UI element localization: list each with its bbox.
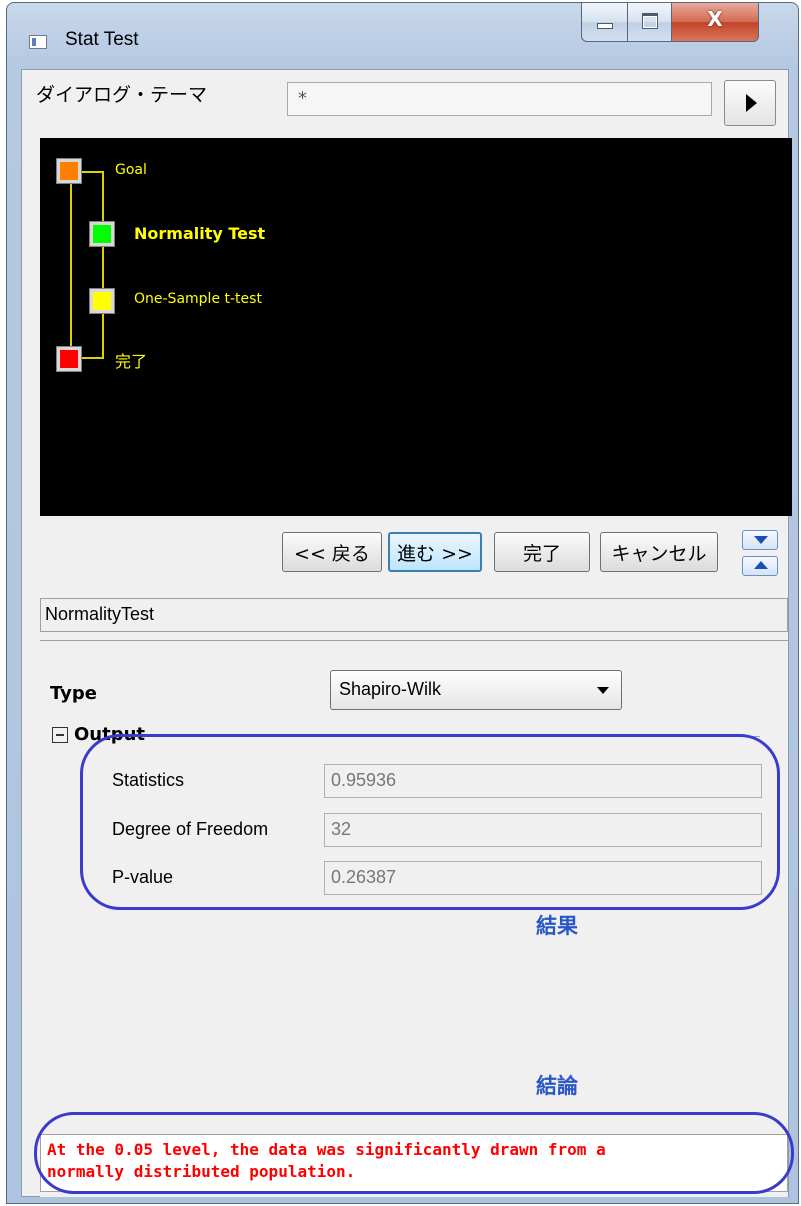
tree-label-finish[interactable]: 完了: [115, 348, 147, 372]
finish-button[interactable]: 完了: [494, 532, 590, 572]
tree-label-normality-test[interactable]: Normality Test: [134, 224, 265, 243]
tree-node-finish[interactable]: [57, 347, 81, 371]
close-button[interactable]: X: [671, 3, 759, 42]
tree-label-one-sample-t-test[interactable]: One-Sample t-test: [134, 291, 262, 307]
dialog-client-area: ダイアログ・テーマ * Goal Normality Test One-Samp…: [21, 69, 794, 1197]
title-bar[interactable]: Stat Test X: [7, 3, 798, 69]
theme-menu-button[interactable]: [724, 80, 776, 126]
workflow-tree: Goal Normality Test One-Sample t-test 完了: [40, 138, 792, 516]
dialog-theme-input[interactable]: *: [287, 82, 712, 116]
maximize-button[interactable]: [627, 3, 673, 42]
close-icon: X: [707, 7, 723, 31]
expand-panel-button[interactable]: [742, 556, 778, 576]
dialog-window: Stat Test X ダイアログ・テーマ * Goal Normality T…: [6, 2, 799, 1204]
conclusion-annotation-text: 結論: [536, 1074, 578, 1098]
tree-node-goal[interactable]: [57, 159, 81, 183]
type-label: Type: [50, 683, 97, 704]
cancel-button[interactable]: キャンセル: [600, 532, 718, 572]
result-annotation-ellipse: [80, 734, 780, 910]
tree-node-one-sample-t-test[interactable]: [90, 289, 114, 313]
chevron-down-icon: [597, 687, 609, 694]
tree-connector: [82, 171, 102, 173]
type-select-value: Shapiro-Wilk: [339, 679, 442, 699]
dialog-theme-label: ダイアログ・テーマ: [36, 84, 208, 106]
minimize-icon: [597, 23, 613, 29]
next-button[interactable]: 進む >>: [388, 532, 482, 572]
tree-node-normality-test[interactable]: [90, 222, 114, 246]
type-select[interactable]: Shapiro-Wilk: [330, 670, 622, 710]
tree-label-goal[interactable]: Goal: [115, 162, 147, 178]
tree-connector: [82, 357, 102, 359]
maximize-icon: [642, 13, 658, 29]
back-button[interactable]: << 戻る: [282, 532, 382, 572]
result-annotation-text: 結果: [536, 914, 578, 938]
window-title: Stat Test: [65, 29, 139, 50]
collapse-panel-button[interactable]: [742, 530, 778, 550]
collapse-output-icon[interactable]: [52, 727, 68, 743]
tree-connector: [70, 170, 72, 366]
page-name-field: NormalityTest: [40, 598, 788, 632]
minimize-button[interactable]: [581, 3, 629, 42]
conclusion-annotation-ellipse: [34, 1112, 794, 1194]
app-icon: [29, 35, 47, 49]
